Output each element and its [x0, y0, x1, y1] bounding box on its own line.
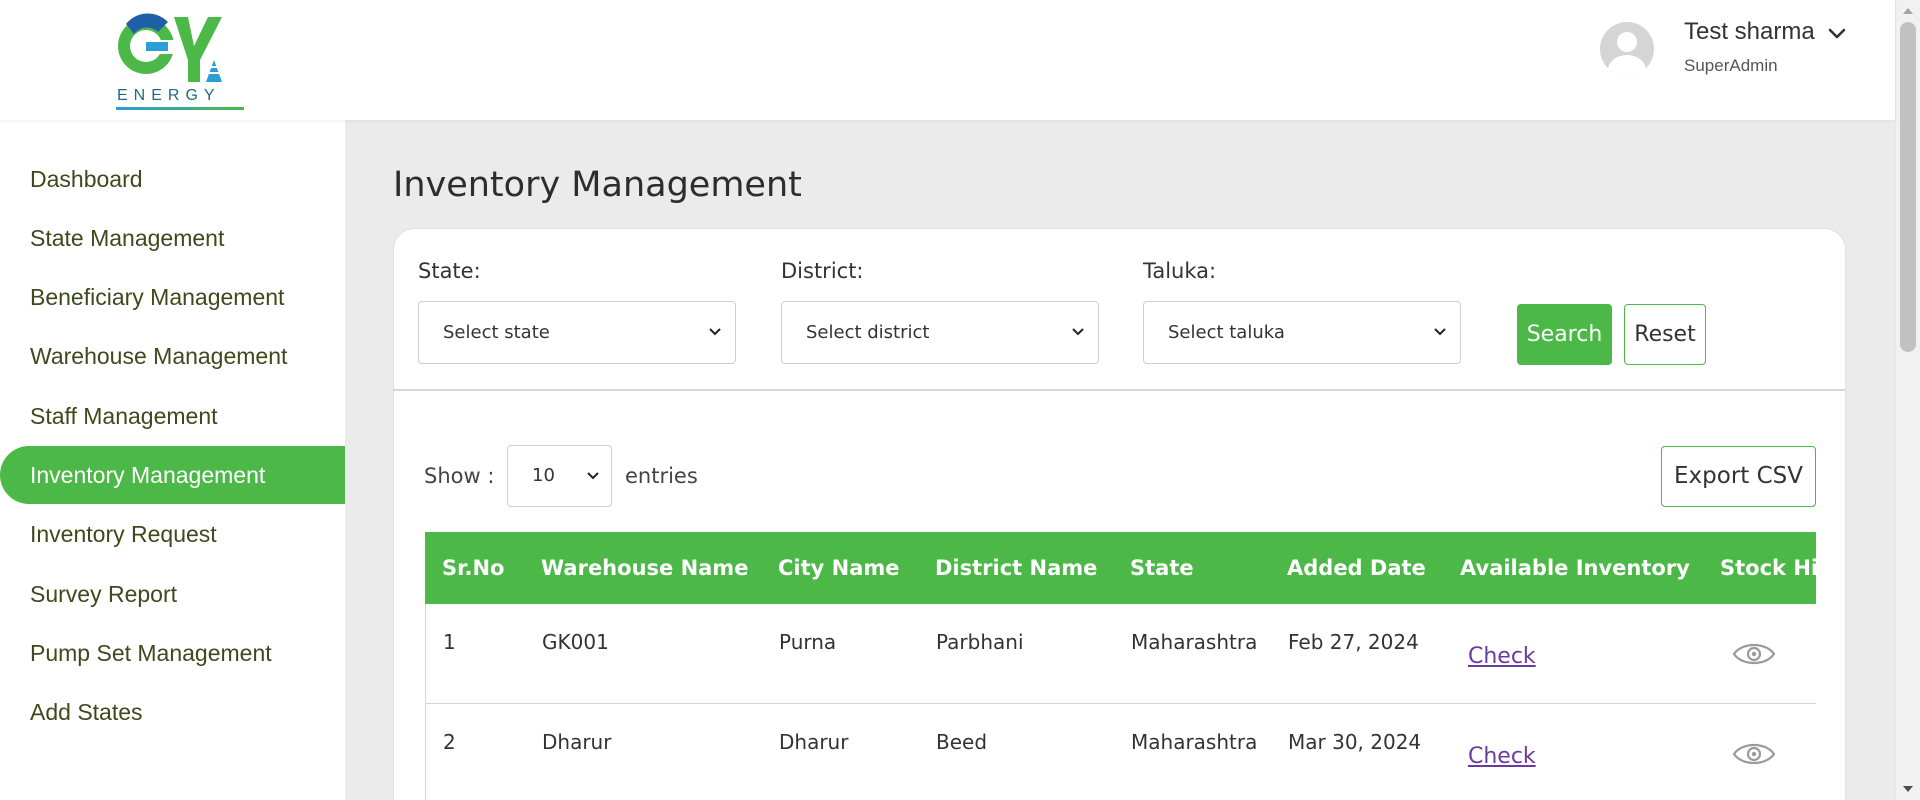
eye-icon[interactable]	[1732, 738, 1776, 770]
column-header-city-name[interactable]: City Name	[778, 532, 900, 604]
inventory-table: Sr.No Warehouse Name City Name District …	[425, 532, 1816, 800]
export-csv-button[interactable]: Export CSV	[1661, 446, 1816, 507]
cell-added-date: Feb 27, 2024	[1288, 630, 1419, 654]
district-filter-label: District:	[781, 259, 864, 283]
cell-city-name: Dharur	[779, 730, 849, 754]
entries-label: entries	[625, 464, 698, 488]
taluka-filter-label: Taluka:	[1143, 259, 1217, 283]
state-select[interactable]: Select state	[418, 301, 736, 364]
taluka-select[interactable]: Select taluka	[1143, 301, 1461, 364]
cell-city-name: Purna	[779, 630, 837, 654]
cell-sr-no: 1	[443, 630, 456, 654]
sidebar-item-staff-management[interactable]: Staff Management	[0, 387, 345, 445]
cell-warehouse-name: Dharur	[542, 730, 612, 754]
eye-icon[interactable]	[1732, 638, 1776, 670]
top-header: ENERGY Test sharma SuperAdmin	[0, 0, 1895, 120]
reset-button[interactable]: Reset	[1624, 304, 1706, 365]
sidebar-item-warehouse-management[interactable]: Warehouse Management	[0, 327, 345, 385]
page-scrollbar[interactable]	[1895, 0, 1920, 800]
cell-warehouse-name: GK001	[542, 630, 609, 654]
state-select-value: Select state	[443, 322, 550, 343]
column-header-added-date[interactable]: Added Date	[1287, 532, 1426, 604]
table-row: 1 GK001 Purna Parbhani Maharashtra Feb 2…	[425, 604, 1816, 704]
filter-divider	[393, 389, 1846, 391]
column-header-district-name[interactable]: District Name	[935, 532, 1097, 604]
chevron-down-icon	[1072, 328, 1084, 336]
chevron-down-icon	[709, 328, 721, 336]
cell-state: Maharashtra	[1131, 730, 1258, 754]
state-filter-label: State:	[418, 259, 481, 283]
sidebar-item-inventory-management[interactable]: Inventory Management	[0, 446, 345, 504]
sidebar-item-survey-report[interactable]: Survey Report	[0, 565, 345, 623]
scroll-up-arrow-icon[interactable]	[1903, 8, 1913, 14]
show-label: Show :	[424, 464, 495, 488]
column-header-sr-no[interactable]: Sr.No	[442, 532, 504, 604]
cell-district-name: Parbhani	[936, 630, 1024, 654]
chevron-down-icon	[587, 472, 599, 480]
sidebar-item-add-states[interactable]: Add States	[0, 683, 345, 741]
logo-text: ENERGY	[117, 87, 221, 104]
logo-underline	[116, 107, 244, 110]
column-header-stock-history[interactable]: Stock Hi	[1720, 532, 1816, 604]
sidebar-item-dashboard[interactable]: Dashboard	[0, 150, 345, 208]
chevron-down-icon	[1434, 328, 1446, 336]
column-header-warehouse-name[interactable]: Warehouse Name	[541, 532, 748, 604]
cell-added-date: Mar 30, 2024	[1288, 730, 1422, 754]
scroll-down-arrow-icon[interactable]	[1903, 786, 1913, 792]
cell-sr-no: 2	[443, 730, 456, 754]
table-header: Sr.No Warehouse Name City Name District …	[425, 532, 1816, 604]
check-inventory-link[interactable]: Check	[1468, 744, 1536, 769]
table-row: 2 Dharur Dharur Beed Maharashtra Mar 30,…	[425, 704, 1816, 800]
cell-state: Maharashtra	[1131, 630, 1258, 654]
entries-per-page-select[interactable]: 10	[507, 445, 612, 507]
cell-district-name: Beed	[936, 730, 988, 754]
taluka-select-value: Select taluka	[1168, 322, 1285, 343]
search-button[interactable]: Search	[1517, 304, 1612, 365]
scroll-thumb[interactable]	[1900, 22, 1916, 352]
entries-per-page-value: 10	[532, 465, 555, 486]
user-role: SuperAdmin	[1684, 56, 1778, 75]
page-title: Inventory Management	[393, 165, 802, 205]
chevron-down-icon[interactable]	[1825, 22, 1849, 46]
avatar[interactable]	[1600, 22, 1654, 76]
sidebar: Dashboard State Management Beneficiary M…	[0, 120, 345, 800]
user-name[interactable]: Test sharma	[1684, 18, 1815, 46]
check-inventory-link[interactable]: Check	[1468, 644, 1536, 669]
column-header-state[interactable]: State	[1130, 532, 1194, 604]
sidebar-item-inventory-request[interactable]: Inventory Request	[0, 505, 345, 563]
sidebar-item-state-management[interactable]: State Management	[0, 209, 345, 267]
column-header-available-inventory[interactable]: Available Inventory	[1460, 532, 1690, 604]
sidebar-item-pump-set-management[interactable]: Pump Set Management	[0, 624, 345, 682]
district-select[interactable]: Select district	[781, 301, 1099, 364]
sidebar-item-beneficiary-management[interactable]: Beneficiary Management	[0, 268, 345, 326]
district-select-value: Select district	[806, 322, 930, 343]
